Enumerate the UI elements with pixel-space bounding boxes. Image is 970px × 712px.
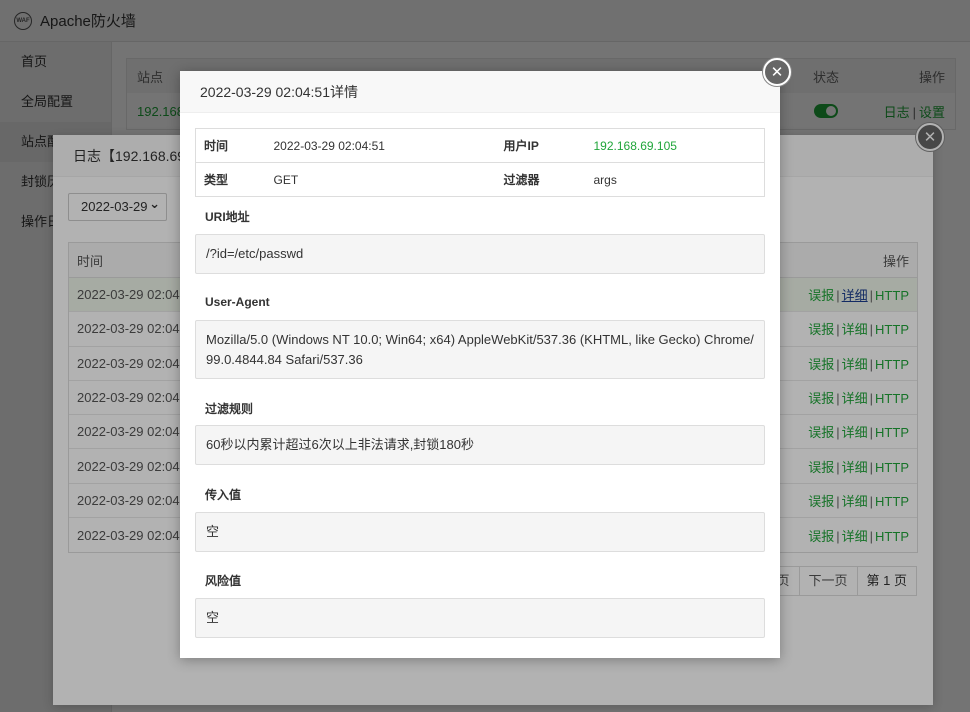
risk-label: 风险值 [205, 574, 242, 588]
filter-label: 过滤器 [495, 162, 586, 197]
time-value: 2022-03-29 02:04:51 [273, 138, 385, 153]
detail-dialog: 2022-03-29 02:04:51详情 时间 2022-03-29 02:0… [180, 71, 780, 658]
rule-value: 60秒以内累计超过6次以上非法请求,封锁180秒 [195, 425, 765, 465]
input-value: 空 [195, 512, 765, 552]
ip-value: 192.168.69.105 [593, 138, 677, 153]
type-label: 类型 [195, 162, 266, 197]
type-value: GET [265, 162, 496, 197]
filter-value: args [585, 162, 765, 197]
ua-label: User-Agent [205, 295, 270, 309]
close-icon[interactable]: ✕ [763, 58, 791, 86]
input-label: 传入值 [205, 488, 242, 502]
risk-value: 空 [195, 598, 765, 638]
ua-value: Mozilla/5.0 (Windows NT 10.0; Win64; x64… [195, 320, 765, 379]
detail-info-table: 时间 2022-03-29 02:04:51 用户IP 192.168.69.1… [195, 128, 765, 197]
uri-value: /?id=/etc/passwd [195, 234, 765, 274]
time-label: 时间 [204, 139, 229, 153]
detail-dialog-title: 2022-03-29 02:04:51详情 [180, 71, 780, 113]
ip-label: 用户IP [503, 139, 539, 153]
uri-label: URI地址 [205, 210, 250, 224]
rule-label: 过滤规则 [205, 402, 254, 416]
